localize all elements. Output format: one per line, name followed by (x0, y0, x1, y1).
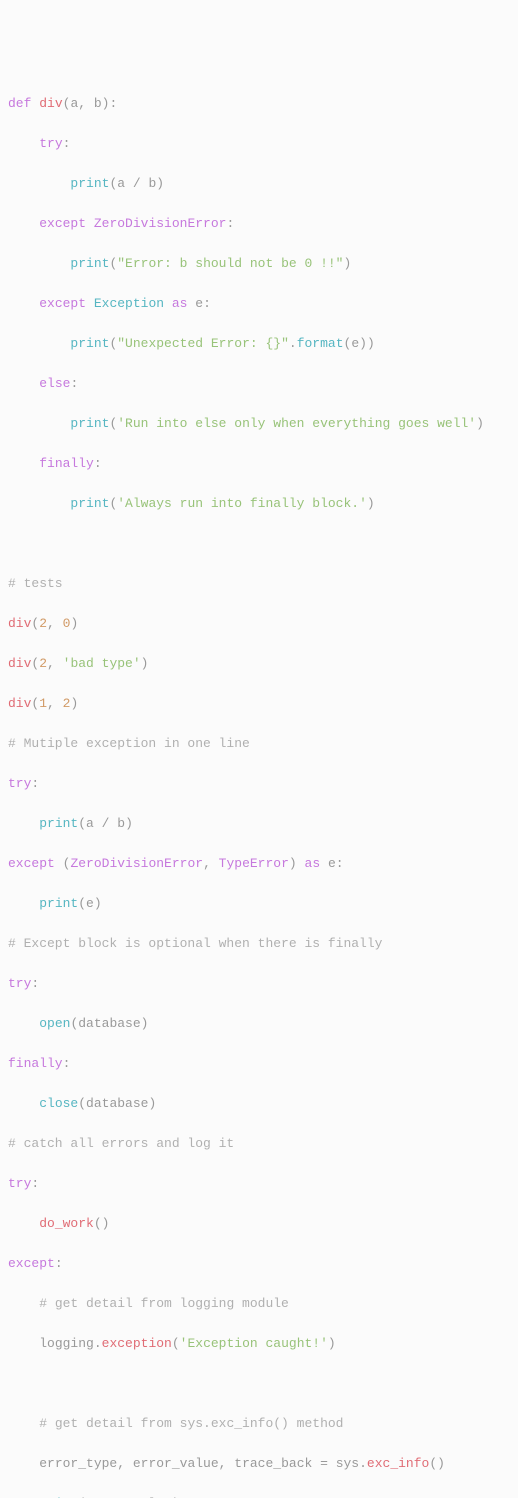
code-line: finally: (8, 1054, 510, 1074)
kw-def: def (8, 96, 31, 111)
code-line: except: (8, 1254, 510, 1274)
code-line: do_work() (8, 1214, 510, 1234)
code-line: except (ZeroDivisionError, TypeError) as… (8, 854, 510, 874)
code-line: logging.exception('Exception caught!') (8, 1334, 510, 1354)
code-line: finally: (8, 454, 510, 474)
code-line: print(e) (8, 894, 510, 914)
code-line: div(2, 0) (8, 614, 510, 634)
code-line: print("Error: b should not be 0 !!") (8, 254, 510, 274)
code-line: def div(a, b): (8, 94, 510, 114)
code-line: print(a / b) (8, 174, 510, 194)
comment-line: # catch all errors and log it (8, 1134, 510, 1154)
blank-line (8, 1374, 510, 1394)
code-line: print('Always run into finally block.') (8, 494, 510, 514)
comment-line: # get detail from sys.exc_info() method (8, 1414, 510, 1434)
comment-line: # tests (8, 574, 510, 594)
code-line: except ZeroDivisionError: (8, 214, 510, 234)
code-line: else: (8, 374, 510, 394)
code-line: close(database) (8, 1094, 510, 1114)
code-line: except Exception as e: (8, 294, 510, 314)
comment-line: # get detail from logging module (8, 1294, 510, 1314)
code-line: try: (8, 134, 510, 154)
comment-line: # Except block is optional when there is… (8, 934, 510, 954)
comment-line: # Mutiple exception in one line (8, 734, 510, 754)
code-line: print(error_value) (8, 1494, 510, 1498)
code-line: try: (8, 1174, 510, 1194)
code-line: div(2, 'bad type') (8, 654, 510, 674)
code-line: try: (8, 974, 510, 994)
code-line: error_type, error_value, trace_back = sy… (8, 1454, 510, 1474)
code-line: open(database) (8, 1014, 510, 1034)
code-line: print('Run into else only when everythin… (8, 414, 510, 434)
fn-name: div (39, 96, 62, 111)
code-line: print(a / b) (8, 814, 510, 834)
code-line: try: (8, 774, 510, 794)
code-line: div(1, 2) (8, 694, 510, 714)
code-line: print("Unexpected Error: {}".format(e)) (8, 334, 510, 354)
blank-line (8, 534, 510, 554)
